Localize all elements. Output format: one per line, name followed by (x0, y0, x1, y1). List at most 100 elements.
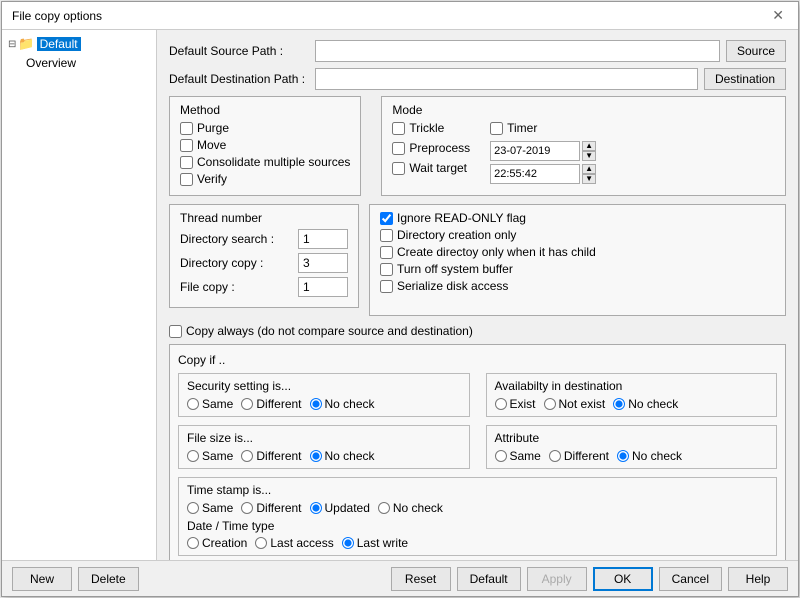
cancel-button[interactable]: Cancel (659, 567, 722, 591)
filesize-same-radio[interactable] (187, 450, 199, 462)
default-button[interactable]: Default (457, 567, 521, 591)
trickle-checkbox[interactable] (392, 122, 405, 135)
source-path-row: Default Source Path : Source (169, 40, 786, 62)
serialize-disk-checkbox[interactable] (380, 280, 393, 293)
ok-button[interactable]: OK (593, 567, 653, 591)
preprocess-checkbox[interactable] (392, 142, 405, 155)
close-button[interactable]: ✕ (768, 7, 788, 24)
ts-updated-item: Updated (310, 501, 370, 515)
timestamp-group: Time stamp is... Same Different (178, 477, 777, 556)
delete-button[interactable]: Delete (78, 567, 139, 591)
purge-checkbox[interactable] (180, 122, 193, 135)
time-down-button[interactable]: ▼ (582, 174, 596, 184)
filesize-same-label: Same (202, 449, 233, 463)
security-same-label: Same (202, 397, 233, 411)
avail-nocheck-radio[interactable] (613, 398, 625, 410)
consolidate-checkbox[interactable] (180, 156, 193, 169)
sidebar: ⊟ 📁 Default Overview (2, 30, 157, 560)
file-copy-input[interactable] (298, 277, 348, 297)
tree: ⊟ 📁 Default Overview (6, 34, 152, 72)
verify-checkbox[interactable] (180, 173, 193, 186)
move-checkbox[interactable] (180, 139, 193, 152)
mode-waittarget-row: Wait target (392, 161, 470, 175)
filesize-group: File size is... Same Different (178, 425, 470, 469)
ts-different-radio[interactable] (241, 502, 253, 514)
attr-same-radio[interactable] (495, 450, 507, 462)
new-button[interactable]: New (12, 567, 72, 591)
sidebar-item-default[interactable]: ⊟ 📁 Default (6, 34, 152, 54)
copy-always-row: Copy always (do not compare source and d… (169, 324, 786, 338)
ignore-readonly-checkbox[interactable] (380, 212, 393, 225)
source-path-input[interactable] (315, 40, 720, 62)
ts-nocheck-radio[interactable] (378, 502, 390, 514)
mode-timer-row: Trickle Preprocess Wait target (392, 121, 775, 184)
reset-button[interactable]: Reset (391, 567, 451, 591)
dir-copy-input[interactable] (298, 253, 348, 273)
dir-search-input[interactable] (298, 229, 348, 249)
datetime-type-area: Date / Time type Creation Last access (187, 519, 768, 550)
sidebar-item-overview[interactable]: Overview (6, 54, 152, 72)
filesize-different-label: Different (256, 449, 301, 463)
turn-off-buffer-checkbox[interactable] (380, 263, 393, 276)
ignore-readonly-label: Ignore READ-ONLY flag (397, 211, 526, 225)
date-down-button[interactable]: ▼ (582, 151, 596, 161)
apply-button[interactable]: Apply (527, 567, 587, 591)
help-button[interactable]: Help (728, 567, 788, 591)
filesize-different-radio[interactable] (241, 450, 253, 462)
method-section: Method Purge Move Consolidate multiple s… (169, 96, 361, 196)
mode-title: Mode (392, 103, 775, 117)
date-row: ▲ ▼ (490, 141, 596, 161)
time-input[interactable] (490, 164, 580, 184)
dt-lastwrite-label: Last write (357, 536, 408, 550)
time-up-button[interactable]: ▲ (582, 164, 596, 174)
attr-nocheck-radio[interactable] (617, 450, 629, 462)
security-same-radio[interactable] (187, 398, 199, 410)
method-move-row: Move (180, 138, 350, 152)
source-button[interactable]: Source (726, 40, 786, 62)
copy-if-section: Copy if .. Security setting is... Same (169, 344, 786, 560)
destination-path-input[interactable] (315, 68, 698, 90)
create-dir-child-checkbox[interactable] (380, 246, 393, 259)
destination-button[interactable]: Destination (704, 68, 786, 90)
dt-lastwrite-radio[interactable] (342, 537, 354, 549)
timestamp-radio-row: Same Different Updated (187, 501, 768, 515)
availability-group: Availabilty in destination Exist Not exi… (486, 373, 778, 417)
dir-creation-checkbox[interactable] (380, 229, 393, 242)
filesize-nocheck-radio[interactable] (310, 450, 322, 462)
file-copy-label: File copy : (180, 280, 290, 294)
avail-nocheck-label: No check (628, 397, 678, 411)
dir-search-row: Directory search : (180, 229, 348, 249)
timer-checkbox[interactable] (490, 122, 503, 135)
dialog-title: File copy options (12, 9, 102, 23)
security-different-label: Different (256, 397, 301, 411)
avail-notexist-radio[interactable] (544, 398, 556, 410)
dt-lastwrite-item: Last write (342, 536, 408, 550)
ts-same-radio[interactable] (187, 502, 199, 514)
filesize-title: File size is... (187, 431, 461, 445)
sidebar-root-label: Default (37, 37, 81, 51)
security-radio-row: Same Different No check (187, 397, 461, 411)
date-up-button[interactable]: ▲ (582, 141, 596, 151)
dt-creation-label: Creation (202, 536, 247, 550)
attr-nocheck-item: No check (617, 449, 682, 463)
waittarget-checkbox[interactable] (392, 162, 405, 175)
dt-lastaccess-radio[interactable] (255, 537, 267, 549)
avail-exist-label: Exist (510, 397, 536, 411)
security-nocheck-radio[interactable] (310, 398, 322, 410)
security-nocheck-label: No check (325, 397, 375, 411)
method-verify-row: Verify (180, 172, 350, 186)
timestamp-title: Time stamp is... (187, 483, 768, 497)
filesize-same-item: Same (187, 449, 233, 463)
security-different-radio[interactable] (241, 398, 253, 410)
avail-exist-radio[interactable] (495, 398, 507, 410)
ts-updated-radio[interactable] (310, 502, 322, 514)
ts-different-item: Different (241, 501, 301, 515)
dt-creation-radio[interactable] (187, 537, 199, 549)
dir-copy-label: Directory copy : (180, 256, 290, 270)
avail-notexist-item: Not exist (544, 397, 606, 411)
copy-always-checkbox[interactable] (169, 325, 182, 338)
source-path-label: Default Source Path : (169, 44, 309, 58)
attr-different-radio[interactable] (549, 450, 561, 462)
date-input[interactable] (490, 141, 580, 161)
time-row: ▲ ▼ (490, 164, 596, 184)
